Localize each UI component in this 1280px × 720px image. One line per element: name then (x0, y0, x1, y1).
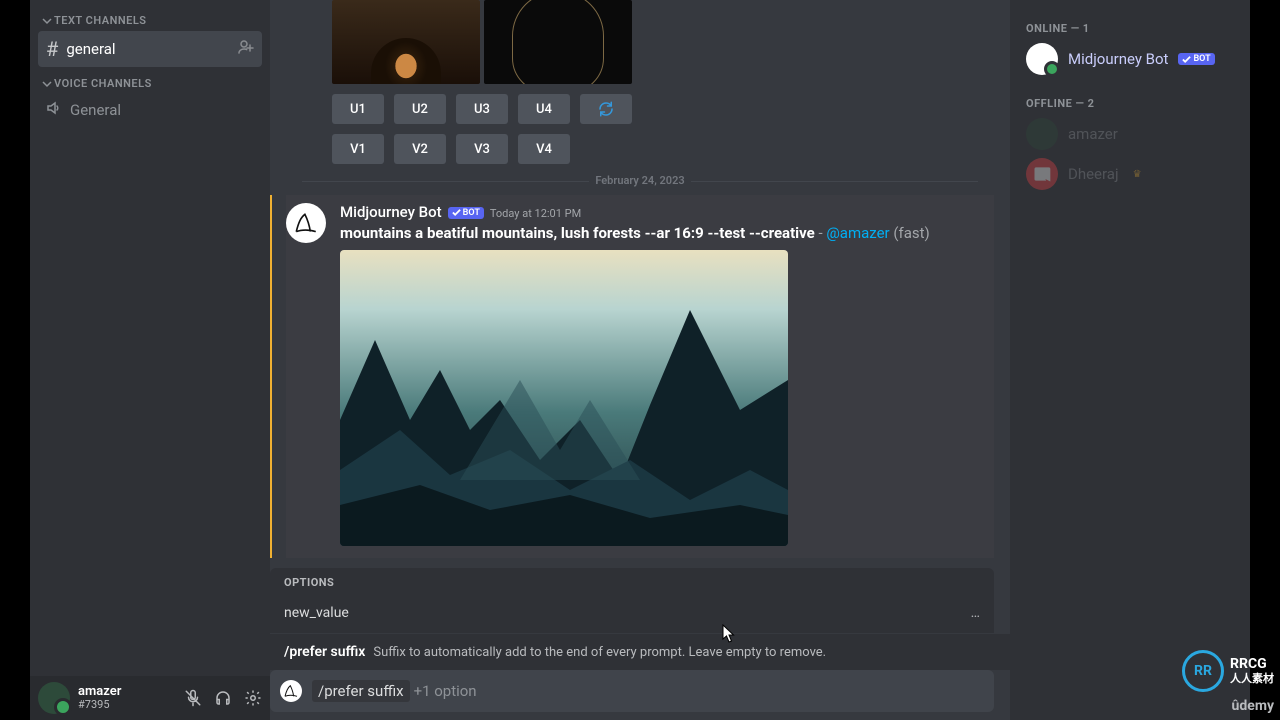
ellipsis-icon: … (971, 605, 980, 621)
v3-button[interactable]: V3 (456, 134, 508, 164)
chevron-down-icon (42, 79, 52, 89)
hash-icon: # (46, 37, 58, 61)
member-amazer[interactable]: amazer (1018, 114, 1242, 154)
gear-icon[interactable] (244, 689, 262, 707)
user-bar: amazer #7395 (30, 676, 270, 720)
text-channel-general[interactable]: # general (38, 31, 262, 67)
midjourney-icon (293, 210, 319, 236)
bot-tag: BOT (448, 207, 484, 219)
message-author[interactable]: Midjourney Bot (340, 203, 442, 221)
channel-sidebar: TEXT CHANNELS # general VOICE CHANNELS G… (30, 0, 270, 720)
voice-channel-general[interactable]: General (38, 94, 262, 126)
u2-button[interactable]: U2 (394, 94, 446, 124)
online-header: ONLINE — 1 (1026, 22, 1234, 35)
mute-icon[interactable] (184, 689, 202, 707)
member-midjourney-bot[interactable]: Midjourney Bot BOT (1018, 39, 1242, 79)
message-input[interactable]: /prefer suffix+1 option (270, 670, 994, 712)
bot-tag: BOT (1178, 53, 1214, 65)
avatar (1026, 43, 1058, 75)
offline-header: OFFLINE — 2 (1026, 97, 1234, 110)
reroll-icon (597, 100, 615, 118)
self-tag: #7395 (78, 699, 121, 711)
upscale-button-row: U1 U2 U3 U4 (332, 94, 994, 124)
member-dheeraj[interactable]: Dheeraj ♛ (1018, 154, 1242, 194)
discord-icon (1032, 164, 1052, 184)
avatar (1026, 118, 1058, 150)
u4-button[interactable]: U4 (518, 94, 570, 124)
text-channels-header[interactable]: TEXT CHANNELS (38, 4, 262, 31)
u1-button[interactable]: U1 (332, 94, 384, 124)
speaker-icon (46, 100, 62, 120)
avatar[interactable] (286, 203, 326, 243)
v1-button[interactable]: V1 (332, 134, 384, 164)
v2-button[interactable]: V2 (394, 134, 446, 164)
typed-command: /prefer suffix+1 option (312, 682, 477, 700)
add-user-icon[interactable] (238, 39, 254, 59)
headphones-icon[interactable] (214, 689, 232, 707)
command-suggestion[interactable]: /prefer suffix Suffix to automatically a… (270, 633, 1010, 670)
message-timestamp: Today at 12:01 PM (490, 207, 581, 220)
reroll-button[interactable] (580, 94, 632, 124)
date-divider: February 24, 2023 (286, 174, 994, 187)
app-icon (280, 680, 302, 702)
chat-main: U1 U2 U3 U4 V1 V2 V3 V4 February 24, 202… (270, 0, 1010, 720)
u3-button[interactable]: U3 (456, 94, 508, 124)
command-options-panel: OPTIONS new_value … (270, 568, 994, 633)
option-new-value[interactable]: new_value … (284, 599, 980, 627)
voice-channels-header[interactable]: VOICE CHANNELS (38, 67, 262, 94)
options-header: OPTIONS (284, 576, 980, 589)
members-panel: ONLINE — 1 Midjourney Bot BOT OFFLINE — … (1010, 0, 1250, 720)
chevron-down-icon (42, 16, 52, 26)
variation-button-row: V1 V2 V3 V4 (332, 134, 994, 164)
grid-image-4[interactable] (484, 0, 632, 84)
user-mention[interactable]: @amazer (826, 224, 889, 242)
image-grid-prev[interactable] (332, 0, 994, 84)
grid-image-3[interactable] (332, 0, 480, 84)
avatar (1026, 158, 1058, 190)
message: Midjourney Bot BOT Today at 12:01 PM mou… (286, 195, 994, 558)
check-icon (452, 208, 461, 217)
v4-button[interactable]: V4 (518, 134, 570, 164)
generated-image[interactable] (340, 250, 788, 546)
message-content: mountains a beatiful mountains, lush for… (340, 223, 994, 244)
crown-icon: ♛ (1133, 169, 1142, 180)
self-username: amazer (78, 685, 121, 699)
self-avatar[interactable] (38, 682, 70, 714)
